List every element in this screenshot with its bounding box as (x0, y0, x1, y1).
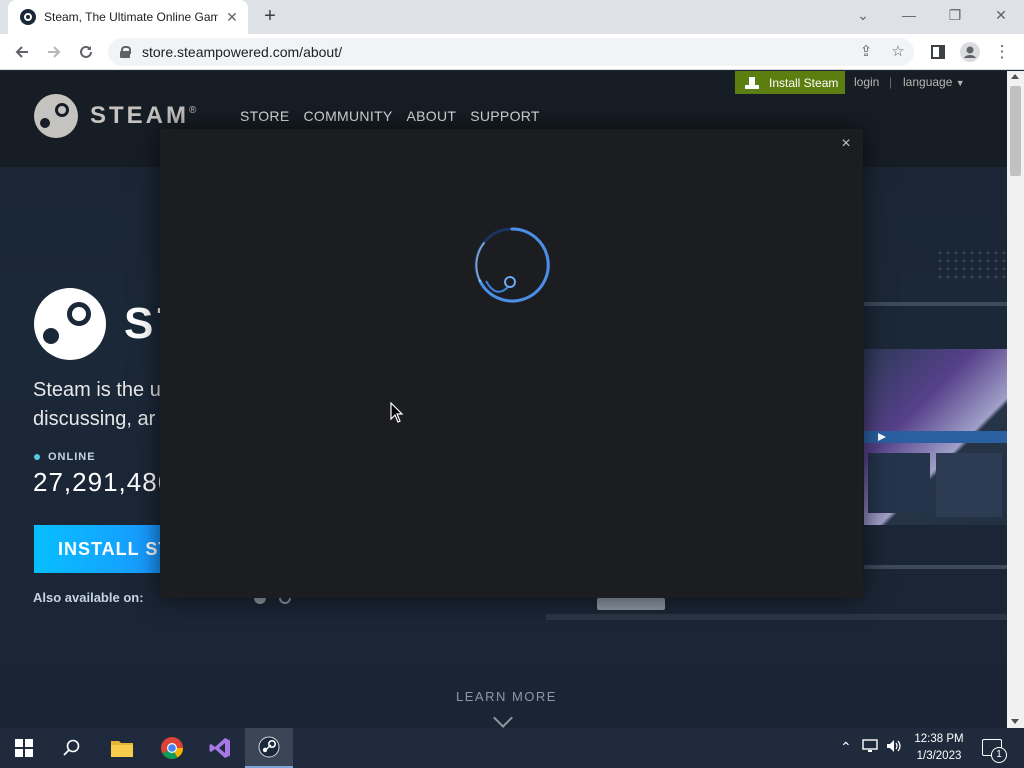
loading-modal: × (160, 129, 863, 598)
decorative-device (597, 598, 665, 610)
nav-support[interactable]: SUPPORT (470, 108, 540, 124)
scroll-down-arrow-icon[interactable] (1011, 719, 1019, 724)
new-tab-button[interactable]: + (259, 5, 281, 27)
chrome-icon (161, 737, 183, 759)
back-button[interactable] (8, 38, 36, 66)
profile-avatar-icon[interactable] (956, 38, 984, 66)
header-separator: | (889, 75, 893, 89)
steam-taskbar-button[interactable] (245, 728, 293, 768)
search-icon (63, 739, 80, 756)
menu-kebab-icon[interactable]: ⋮ (988, 38, 1016, 66)
hero-steam-icon (34, 288, 106, 360)
scrollbar-thumb[interactable] (1010, 86, 1021, 176)
file-explorer-button[interactable] (98, 728, 146, 768)
forward-button[interactable] (40, 38, 68, 66)
close-tab-icon[interactable]: ✕ (224, 9, 240, 25)
lock-icon[interactable] (120, 46, 131, 58)
volume-icon[interactable] (886, 739, 902, 756)
install-steam-label: Install Steam (769, 75, 839, 90)
hero-install-label: INSTALL ST (58, 538, 171, 559)
network-icon[interactable] (862, 739, 878, 756)
screenshot-panel-left (868, 453, 930, 513)
language-label: language (903, 75, 953, 89)
tab-search-icon[interactable]: ⌄ (840, 0, 886, 30)
scroll-up-arrow-icon[interactable] (1011, 74, 1019, 79)
browser-tab-bar: Steam, The Ultimate Online Game ✕ + ⌄ — … (0, 0, 1024, 34)
nav-about[interactable]: ABOUT (407, 108, 457, 124)
system-clock[interactable]: 12:38 PM 1/3/2023 (908, 731, 970, 765)
chrome-button[interactable] (148, 728, 196, 768)
visual-studio-icon (209, 738, 230, 758)
steam-favicon-icon (20, 9, 36, 25)
folder-icon (111, 741, 133, 757)
search-button[interactable] (48, 728, 96, 768)
decorative-line (864, 302, 1007, 306)
windows-taskbar: ⌃ 12:38 PM 1/3/2023 1 (0, 728, 1024, 768)
decorative-dot-grid (936, 249, 1006, 279)
main-nav: STORE COMMUNITY ABOUT SUPPORT (240, 108, 540, 124)
decorative-shelf (546, 614, 1007, 620)
steam-wordmark: STEAM (90, 102, 189, 129)
registered-mark: ® (189, 104, 197, 116)
steam-client-screenshot (864, 349, 1007, 525)
steam-about-page: STEAM ® STORE COMMUNITY ABOUT SUPPORT In… (0, 71, 1007, 728)
nav-store[interactable]: STORE (240, 108, 289, 124)
steam-logo-icon (34, 94, 78, 138)
language-dropdown[interactable]: language ▼ (903, 75, 965, 89)
start-button[interactable] (0, 728, 48, 768)
loading-spinner-icon (474, 227, 550, 303)
play-icon (878, 433, 886, 441)
page-scrollbar[interactable] (1007, 71, 1024, 728)
download-icon (745, 76, 759, 89)
tab-title: Steam, The Ultimate Online Game (44, 10, 218, 24)
login-link[interactable]: login (854, 75, 879, 89)
side-panel-icon[interactable] (924, 38, 952, 66)
browser-tab[interactable]: Steam, The Ultimate Online Game ✕ (8, 0, 248, 34)
caret-down-icon: ▼ (955, 78, 965, 88)
browser-toolbar: store.steampowered.com/about/ ⇪ ☆ ⋮ (0, 34, 1024, 70)
restore-button[interactable]: ❐ (932, 0, 978, 30)
clock-time: 12:38 PM (914, 733, 964, 745)
online-status-dot (34, 454, 40, 460)
bookmark-star-icon[interactable]: ☆ (888, 42, 908, 62)
clock-date: 1/3/2023 (916, 750, 962, 762)
windows-logo-icon (15, 739, 33, 757)
decorative-line (864, 565, 1007, 569)
reload-button[interactable] (72, 38, 100, 66)
minimize-button[interactable]: — (886, 0, 932, 30)
screenshot-panel-right (936, 453, 1002, 517)
mouse-cursor-icon (390, 402, 404, 423)
show-hidden-icons-icon[interactable]: ⌃ (840, 739, 852, 756)
share-icon[interactable]: ⇪ (856, 42, 876, 62)
modal-close-button[interactable]: × (837, 135, 855, 153)
notification-badge: 1 (991, 747, 1007, 763)
visual-studio-button[interactable] (196, 728, 244, 768)
online-label: ONLINE (48, 451, 96, 463)
close-window-button[interactable]: ✕ (978, 0, 1024, 30)
online-count: 27,291,486 (33, 467, 174, 497)
also-available-label: Also available on: (33, 590, 144, 605)
address-bar[interactable]: store.steampowered.com/about/ ⇪ ☆ (108, 38, 914, 66)
url-text[interactable]: store.steampowered.com/about/ (142, 44, 342, 60)
install-steam-button[interactable]: Install Steam (735, 71, 845, 94)
learn-more-link[interactable]: LEARN MORE (456, 689, 557, 704)
nav-community[interactable]: COMMUNITY (303, 108, 392, 124)
steam-app-icon (258, 736, 280, 758)
